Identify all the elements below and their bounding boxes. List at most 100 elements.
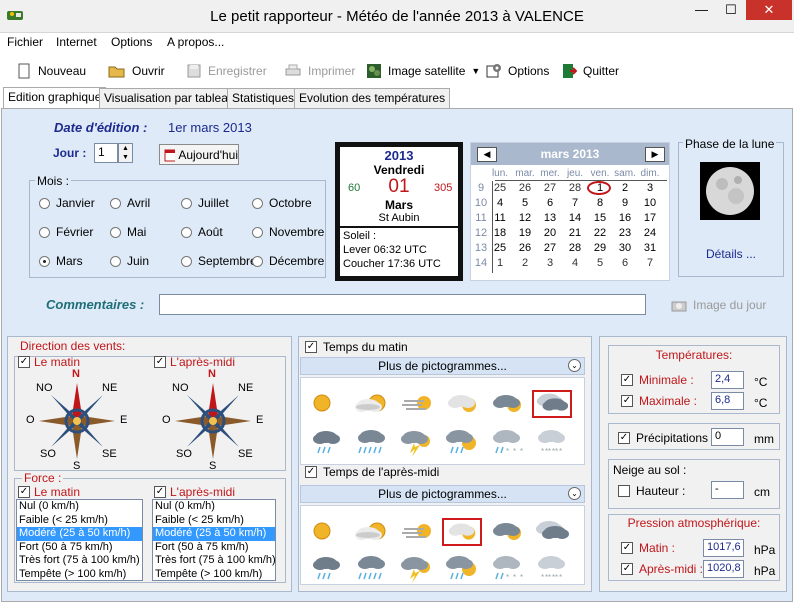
wind-compass-morning[interactable]: N NE E SE S SO O NO bbox=[22, 368, 132, 472]
calendar-day[interactable]: 5 bbox=[513, 196, 537, 211]
wind-morning-checkbox[interactable] bbox=[18, 356, 30, 368]
weather-morning-checkbox[interactable] bbox=[305, 341, 317, 353]
snow-toggle[interactable]: Hauteur : bbox=[618, 484, 685, 498]
calendar-day[interactable]: 14 bbox=[563, 211, 587, 226]
radio-dot-icon[interactable] bbox=[110, 255, 121, 267]
radio-dot-icon[interactable] bbox=[252, 226, 263, 238]
spin-up-icon[interactable]: ▲ bbox=[119, 144, 132, 153]
minimize-button[interactable]: — bbox=[688, 0, 715, 20]
weather-option-heavy-rain-icon[interactable] bbox=[352, 554, 392, 582]
force-morning-toggle[interactable]: Le matin bbox=[18, 485, 80, 499]
min-temp-toggle[interactable]: Minimale : bbox=[621, 373, 694, 387]
weather-option-dark-cloud-sun-icon[interactable] bbox=[487, 390, 527, 418]
calendar-day[interactable]: 6 bbox=[613, 256, 637, 271]
force-option[interactable]: Fort (50 à 75 km/h) bbox=[153, 541, 275, 555]
force-afternoon-toggle[interactable]: L'après-midi bbox=[154, 485, 235, 499]
calendar-day[interactable]: 28 bbox=[563, 241, 587, 256]
weather-option-storm-icon[interactable] bbox=[397, 428, 437, 457]
weather-option-snow-rain-icon[interactable]: * * * bbox=[487, 554, 527, 582]
calendar-day[interactable]: 27 bbox=[538, 241, 562, 256]
weather-option-cloud-sun-icon[interactable] bbox=[442, 390, 482, 418]
calendar-day[interactable]: 28 bbox=[563, 181, 587, 196]
month-radio-6[interactable]: Août bbox=[181, 225, 223, 239]
force-option[interactable]: Nul (0 km/h) bbox=[153, 500, 275, 514]
satellite-button[interactable]: Image satellite ▼ bbox=[366, 61, 480, 81]
max-temp-toggle[interactable]: Maximale : bbox=[621, 394, 697, 408]
snow-input[interactable]: - bbox=[711, 481, 744, 499]
calendar-day[interactable]: 23 bbox=[613, 226, 637, 241]
pressure-afternoon-toggle[interactable]: Après-midi : bbox=[621, 562, 703, 576]
radio-dot-icon[interactable] bbox=[252, 197, 263, 209]
radio-dot-icon[interactable] bbox=[181, 226, 192, 238]
calendar-day[interactable]: 30 bbox=[613, 241, 637, 256]
weather-afternoon-checkbox[interactable] bbox=[305, 466, 317, 478]
weather-option-fog-sun-icon[interactable] bbox=[397, 518, 437, 546]
weather-option-rain-sun-icon[interactable] bbox=[442, 554, 482, 582]
month-radio-5[interactable]: Mai bbox=[110, 225, 146, 239]
force-option[interactable]: Nul (0 km/h) bbox=[17, 500, 142, 514]
wind-morning-toggle[interactable]: Le matin bbox=[18, 355, 80, 369]
calendar-day[interactable]: 5 bbox=[588, 256, 612, 271]
pressure-afternoon-input[interactable]: 1020,8 bbox=[703, 560, 744, 578]
calendar-day[interactable]: 15 bbox=[588, 211, 612, 226]
weather-option-snow-rain-icon[interactable]: * * * bbox=[487, 428, 527, 456]
radio-dot-icon[interactable] bbox=[39, 255, 50, 267]
tab-statistiques[interactable]: Statistiques bbox=[227, 88, 300, 108]
image-of-day-button[interactable]: Image du jour bbox=[671, 298, 766, 312]
month-radio-9[interactable]: Juin bbox=[110, 254, 149, 268]
quit-button[interactable]: Quitter bbox=[561, 61, 619, 81]
calendar-day[interactable]: 12 bbox=[513, 211, 537, 226]
weather-option-sun-cloud-icon[interactable] bbox=[352, 518, 392, 546]
force-option[interactable]: Très fort (75 à 100 km/h) bbox=[17, 554, 142, 568]
weather-option-dark-cloud-sun-icon[interactable] bbox=[487, 518, 527, 546]
weather-option-snow-icon[interactable]: * * * * * * bbox=[532, 428, 572, 456]
calendar-day[interactable]: 4 bbox=[563, 256, 587, 271]
calendar-day[interactable]: 10 bbox=[638, 196, 662, 211]
max-temp-checkbox[interactable] bbox=[621, 395, 633, 407]
pressure-morning-input[interactable]: 1017,6 bbox=[703, 539, 744, 557]
day-input[interactable]: 1 bbox=[94, 143, 118, 163]
force-option[interactable]: Faible (< 25 km/h) bbox=[17, 514, 142, 528]
month-radio-2[interactable]: Juillet bbox=[181, 196, 229, 210]
max-temp-input[interactable]: 6,8 bbox=[711, 392, 744, 410]
maximize-button[interactable]: ☐ bbox=[718, 0, 744, 20]
radio-dot-icon[interactable] bbox=[252, 255, 263, 267]
calendar-day[interactable]: 26 bbox=[513, 241, 537, 256]
close-button[interactable]: ✕ bbox=[746, 0, 792, 20]
calendar-day[interactable]: 20 bbox=[538, 226, 562, 241]
radio-dot-icon[interactable] bbox=[110, 197, 121, 209]
force-option[interactable]: Très fort (75 à 100 km/h) bbox=[153, 554, 276, 568]
force-option[interactable]: Modéré (25 à 50 km/h) bbox=[17, 527, 142, 541]
save-button[interactable]: Enregistrer bbox=[186, 61, 267, 81]
calendar-day[interactable]: 7 bbox=[638, 256, 662, 271]
tab-visualisation-tableau[interactable]: Visualisation par tableau bbox=[99, 88, 240, 108]
moon-details-link[interactable]: Détails ... bbox=[678, 247, 784, 261]
pressure-morning-checkbox[interactable] bbox=[621, 542, 633, 554]
pressure-morning-toggle[interactable]: Matin : bbox=[621, 541, 675, 555]
month-radio-11[interactable]: Décembre bbox=[252, 254, 324, 268]
menu-fichier[interactable]: Fichier bbox=[7, 35, 43, 49]
tab-evolution-temperatures[interactable]: Evolution des températures bbox=[294, 88, 451, 108]
calendar-day[interactable]: 7 bbox=[563, 196, 587, 211]
weather-option-overcast-icon[interactable] bbox=[532, 518, 572, 546]
today-button[interactable]: Aujourd'hui bbox=[159, 144, 239, 165]
calendar-day[interactable]: 3 bbox=[638, 181, 662, 196]
weather-option-heavy-rain-icon[interactable] bbox=[352, 428, 392, 456]
calendar-day[interactable]: 2 bbox=[613, 181, 637, 196]
weather-morning-toggle[interactable]: Temps du matin bbox=[305, 340, 408, 354]
weather-option-sun-icon[interactable] bbox=[307, 518, 347, 546]
force-afternoon-checkbox[interactable] bbox=[154, 486, 166, 498]
force-option[interactable]: Modéré (25 à 50 km/h) bbox=[153, 527, 275, 541]
calendar-day[interactable]: 6 bbox=[538, 196, 562, 211]
expand-morning-icon[interactable]: ⌄ bbox=[568, 359, 581, 372]
menu-a-propos[interactable]: A propos... bbox=[167, 35, 224, 49]
calendar-day[interactable]: 21 bbox=[563, 226, 587, 241]
weather-option-sun-icon[interactable] bbox=[307, 390, 347, 418]
force-option[interactable]: Faible (< 25 km/h) bbox=[153, 514, 275, 528]
new-button[interactable]: Nouveau bbox=[16, 61, 86, 81]
force-option[interactable]: Fort (50 à 75 km/h) bbox=[17, 541, 142, 555]
weather-option-fog-sun-icon[interactable] bbox=[397, 390, 437, 418]
calendar-day[interactable]: 17 bbox=[638, 211, 662, 226]
print-button[interactable]: Imprimer bbox=[284, 61, 355, 81]
force-morning-list[interactable]: Nul (0 km/h) Faible (< 25 km/h) Modéré (25… bbox=[16, 499, 143, 581]
